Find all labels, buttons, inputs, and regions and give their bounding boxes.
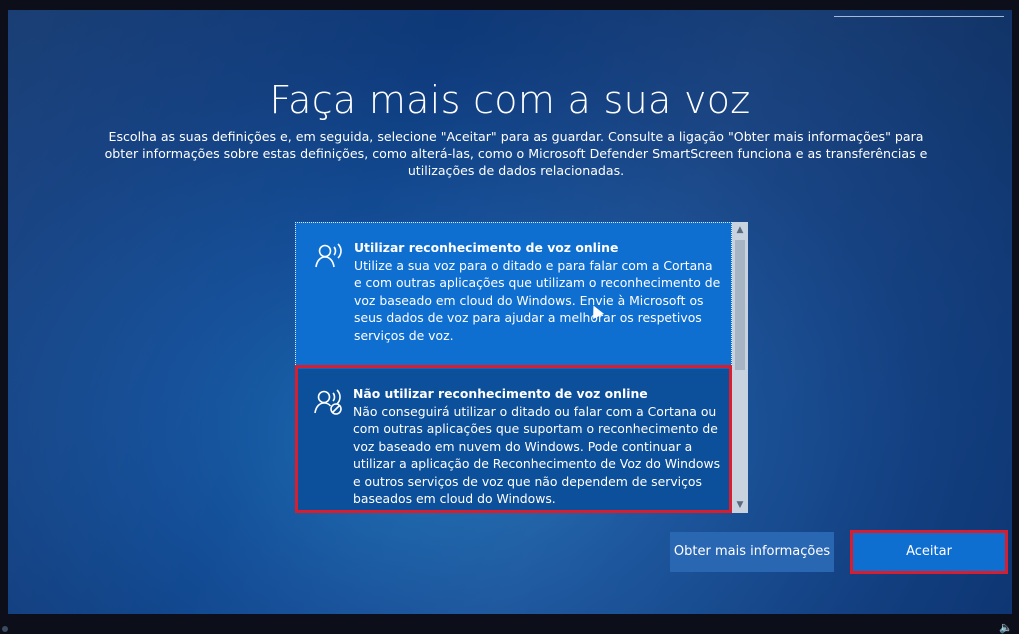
scroll-thumb[interactable] — [735, 240, 745, 370]
more-info-button[interactable]: Obter mais informações — [670, 532, 834, 572]
page-description: Escolha as suas definições e, em seguida… — [104, 129, 928, 178]
scroll-up-icon[interactable]: ▲ — [732, 222, 748, 238]
highlight-box — [295, 365, 732, 513]
progress-line — [834, 16, 1004, 17]
option-title: Utilizar reconhecimento de voz online — [354, 240, 619, 255]
scroll-down-icon[interactable]: ▼ — [732, 497, 748, 513]
speech-icon — [315, 243, 342, 268]
option-use-online-speech[interactable]: Utilizar reconhecimento de voz online Ut… — [295, 222, 732, 367]
accept-button[interactable]: Aceitar — [850, 530, 1008, 574]
option-body: Utilize a sua voz para o ditado e para f… — [354, 257, 721, 343]
options-scrollbar[interactable]: ▲ ▼ — [732, 222, 748, 513]
volume-icon[interactable]: 🔈 — [999, 621, 1013, 634]
page-title: Faça mais com a sua voz — [269, 78, 751, 122]
accessibility-icon[interactable] — [2, 626, 8, 632]
